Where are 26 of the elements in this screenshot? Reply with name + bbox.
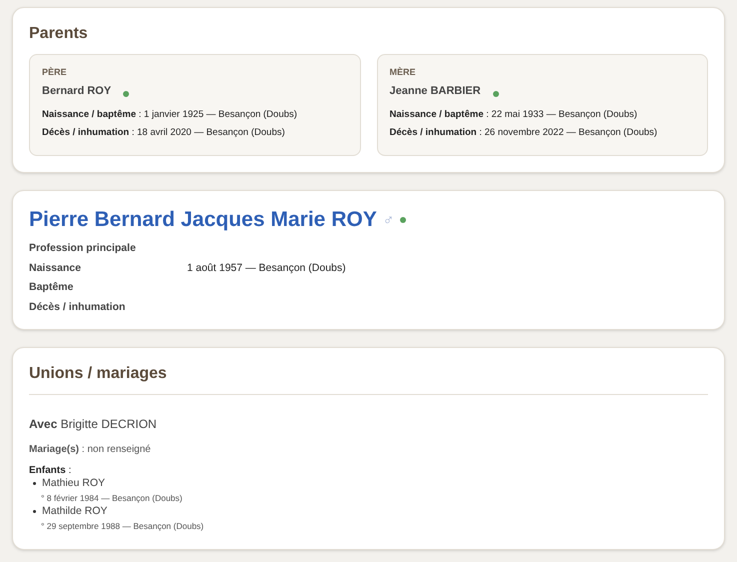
parent-name: Jeanne BARBIER [390,85,481,99]
person-name: Pierre Bernard Jacques Marie ROY [29,206,377,233]
spouse-name: Avec Brigitte DECRION [29,417,158,432]
section-title: Unions / mariages [29,364,708,395]
child-birth: ° 29 septembre 1988 — Besançon (Doubs) [41,520,205,532]
event-line: Décès / inhumation : 18 avril 2020 — Besançon (Doubs) [42,126,286,139]
male-icon: ♂ [382,212,394,231]
fact-label: Baptême [29,281,74,294]
marriage-line: Mariage(s) : non renseigné [29,444,152,456]
fact-label: Décès / inhumation [29,300,126,314]
children-label: Enfants : [29,464,72,477]
fact-value: 1 août 1957 — Besançon (Doubs) [187,262,346,275]
role-label: PÈRE [42,67,68,78]
child-name: Mathilde ROY [42,504,108,518]
section-title: Parents [29,24,89,44]
event-line: Naissance / baptême : 22 mai 1933 — Besançon (Doubs) [390,109,638,121]
fact-label: Naissance [29,262,82,275]
child-birth: ° 8 février 1984 — Besançon (Doubs) [41,493,184,504]
event-line: Décès / inhumation : 26 novembre 2022 — Besançon (Doubs) [390,126,658,139]
child-name: Mathieu ROY [42,477,106,490]
fact-label: Profession principale [29,242,137,256]
role-label: MÈRE [390,67,417,78]
bullet-icon [33,510,36,513]
bullet-icon [33,482,36,486]
event-line: Naissance / baptême : 1 janvier 1925 — Besançon (Doubs) [42,109,298,121]
parent-name: Bernard ROY [42,85,112,99]
